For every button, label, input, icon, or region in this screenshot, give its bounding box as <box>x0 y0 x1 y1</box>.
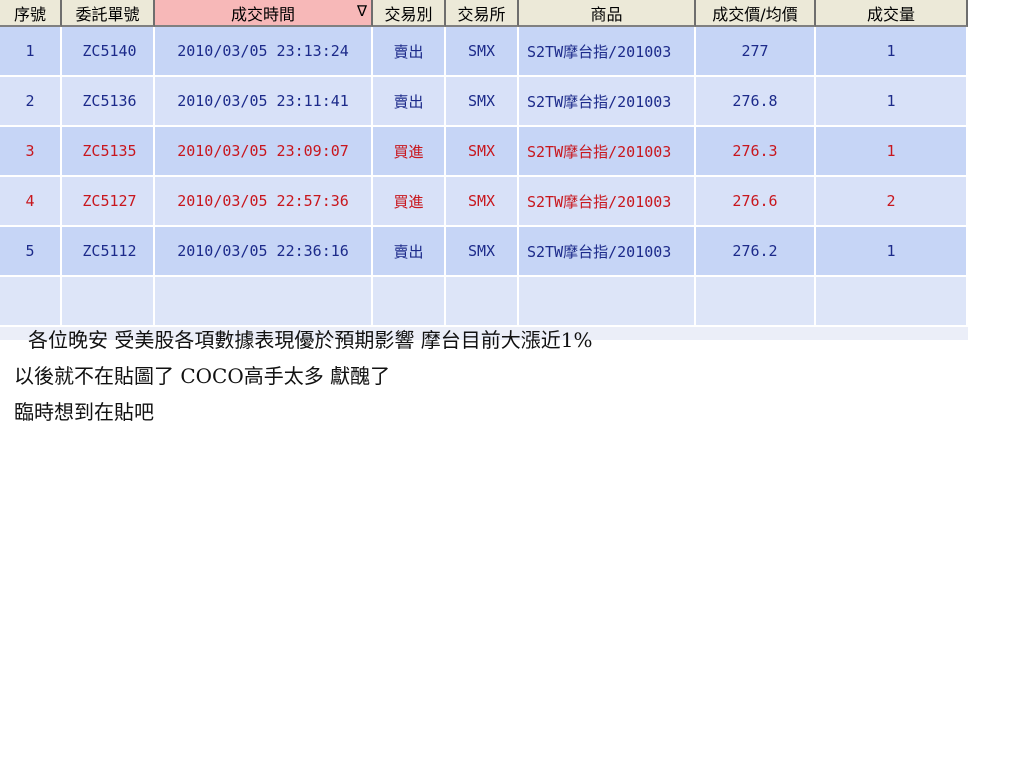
cell-price: 276.2 <box>696 227 816 277</box>
empty-cell <box>0 277 62 327</box>
trade-table: 序號 委託單號 成交時間 ∇ 交易別 交易所 商品 成交價/均價 成交量 1 ZC… <box>0 0 968 327</box>
cell-price: 276.3 <box>696 127 816 177</box>
cell-seq: 1 <box>0 27 62 77</box>
cell-order-no: ZC5136 <box>62 77 155 127</box>
cell-exchange: SMX <box>446 27 519 77</box>
column-header-product[interactable]: 商品 <box>519 0 696 27</box>
column-header-price[interactable]: 成交價/均價 <box>696 0 816 27</box>
column-header-exchange[interactable]: 交易所 <box>446 0 519 27</box>
cell-quantity: 1 <box>816 127 968 177</box>
column-header-label: 成交時間 <box>230 4 295 24</box>
cell-quantity: 2 <box>816 177 968 227</box>
cell-trade-time: 2010/03/05 23:11:41 <box>155 77 373 127</box>
cell-product: S2TW摩台指/201003 <box>519 127 696 177</box>
cell-seq: 5 <box>0 227 62 277</box>
column-header-order-no[interactable]: 委託單號 <box>62 0 155 27</box>
cell-side: 買進 <box>373 127 446 177</box>
cell-exchange: SMX <box>446 127 519 177</box>
cell-side: 買進 <box>373 177 446 227</box>
cell-trade-time: 2010/03/05 23:13:24 <box>155 27 373 77</box>
sort-descending-icon: ∇ <box>356 2 367 20</box>
cell-product: S2TW摩台指/201003 <box>519 227 696 277</box>
cell-exchange: SMX <box>446 177 519 227</box>
table-row[interactable]: 4 ZC5127 2010/03/05 22:57:36 買進 SMX S2TW… <box>0 177 968 227</box>
cell-quantity: 1 <box>816 27 968 77</box>
cell-product: S2TW摩台指/201003 <box>519 27 696 77</box>
empty-table-row <box>0 277 968 327</box>
empty-cell <box>446 277 519 327</box>
cell-seq: 3 <box>0 127 62 177</box>
cell-trade-time: 2010/03/05 22:36:16 <box>155 227 373 277</box>
cell-order-no: ZC5140 <box>62 27 155 77</box>
empty-cell <box>62 277 155 327</box>
column-header-side[interactable]: 交易別 <box>373 0 446 27</box>
table-row[interactable]: 3 ZC5135 2010/03/05 23:09:07 買進 SMX S2TW… <box>0 127 968 177</box>
column-header-quantity[interactable]: 成交量 <box>816 0 968 27</box>
cell-exchange: SMX <box>446 77 519 127</box>
cell-price: 277 <box>696 27 816 77</box>
empty-cell <box>696 277 816 327</box>
column-header-seq[interactable]: 序號 <box>0 0 62 27</box>
cell-quantity: 1 <box>816 77 968 127</box>
cell-exchange: SMX <box>446 227 519 277</box>
cell-product: S2TW摩台指/201003 <box>519 177 696 227</box>
cell-price: 276.8 <box>696 77 816 127</box>
cell-side: 賣出 <box>373 227 446 277</box>
empty-cell <box>519 277 696 327</box>
cell-price: 276.6 <box>696 177 816 227</box>
cell-quantity: 1 <box>816 227 968 277</box>
cell-seq: 2 <box>0 77 62 127</box>
table-row[interactable]: 1 ZC5140 2010/03/05 23:13:24 賣出 SMX S2TW… <box>0 27 968 77</box>
cell-order-no: ZC5127 <box>62 177 155 227</box>
post-message: 各位晚安 受美股各項數據表現優於預期影響 摩台目前大漲近1% 以後就不在貼圖了 … <box>14 322 774 430</box>
cell-seq: 4 <box>0 177 62 227</box>
cell-side: 賣出 <box>373 27 446 77</box>
empty-cell <box>155 277 373 327</box>
table-row[interactable]: 5 ZC5112 2010/03/05 22:36:16 賣出 SMX S2TW… <box>0 227 968 277</box>
message-line: 以後就不在貼圖了 COCO高手太多 獻醜了 <box>14 364 391 388</box>
cell-trade-time: 2010/03/05 23:09:07 <box>155 127 373 177</box>
cell-order-no: ZC5112 <box>62 227 155 277</box>
message-line: 臨時想到在貼吧 <box>14 400 154 424</box>
cell-trade-time: 2010/03/05 22:57:36 <box>155 177 373 227</box>
empty-cell <box>816 277 968 327</box>
column-header-trade-time[interactable]: 成交時間 ∇ <box>155 0 373 27</box>
cell-product: S2TW摩台指/201003 <box>519 77 696 127</box>
table-header-row: 序號 委託單號 成交時間 ∇ 交易別 交易所 商品 成交價/均價 成交量 <box>0 0 968 27</box>
trade-grid-panel: 序號 委託單號 成交時間 ∇ 交易別 交易所 商品 成交價/均價 成交量 1 ZC… <box>0 0 968 340</box>
empty-cell <box>373 277 446 327</box>
message-line: 各位晚安 受美股各項數據表現優於預期影響 摩台目前大漲近1% <box>28 328 593 352</box>
cell-order-no: ZC5135 <box>62 127 155 177</box>
table-row[interactable]: 2 ZC5136 2010/03/05 23:11:41 賣出 SMX S2TW… <box>0 77 968 127</box>
cell-side: 賣出 <box>373 77 446 127</box>
